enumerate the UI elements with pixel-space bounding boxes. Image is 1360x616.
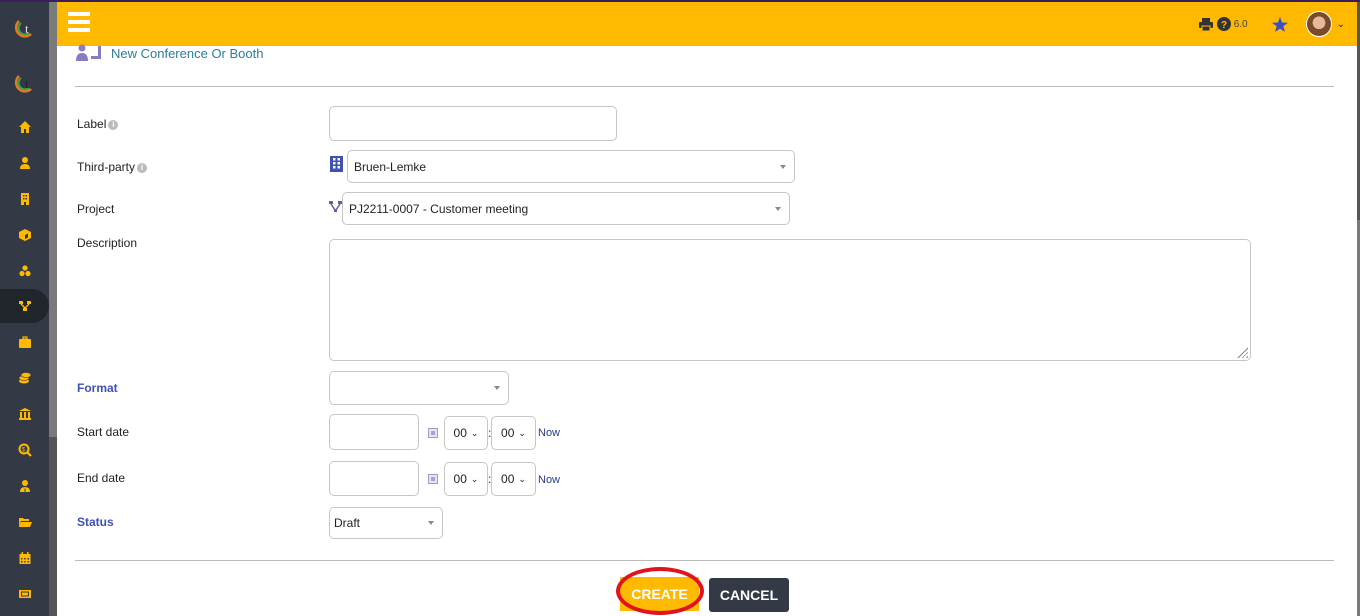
building-icon xyxy=(20,193,29,205)
end-now-link[interactable]: Now xyxy=(538,474,560,486)
user-avatar[interactable] xyxy=(1305,11,1332,37)
divider-top xyxy=(75,86,1334,87)
sidebar-item-commercial[interactable] xyxy=(0,325,49,359)
end-date-field-label: End date xyxy=(77,471,126,485)
sidebar-item-projects[interactable] xyxy=(0,289,49,323)
dropdown-arrow-icon xyxy=(428,521,434,525)
start-hour-select[interactable]: 00 ⌄ xyxy=(444,416,488,450)
sidebar-item-accounting[interactable]: $ xyxy=(0,433,49,467)
calendar-picker-icon[interactable] xyxy=(428,474,438,484)
svg-text:t: t xyxy=(25,21,29,36)
thirdparty-value: Bruen-Lemke xyxy=(354,159,427,174)
chevron-down-icon: ⌄ xyxy=(470,427,479,438)
calendar-icon xyxy=(19,552,30,564)
info-icon[interactable]: i xyxy=(137,162,148,173)
end-minute-select[interactable]: 00 ⌄ xyxy=(491,462,536,496)
sidebar-item-stock[interactable] xyxy=(0,254,49,288)
end-hour-select[interactable]: 00 ⌄ xyxy=(444,462,488,496)
description-textarea[interactable] xyxy=(329,239,1251,361)
start-date-input[interactable] xyxy=(329,414,419,450)
chevron-down-icon: ⌄ xyxy=(518,427,526,438)
sidebar-item-billing[interactable] xyxy=(0,361,49,395)
user-icon xyxy=(19,157,30,169)
project-icon xyxy=(18,301,31,311)
top-header: ? 6.0 ⌄ xyxy=(57,2,1357,46)
label-field-label: Label i xyxy=(77,117,119,131)
sidebar-item-products[interactable] xyxy=(0,218,49,252)
svg-text:t: t xyxy=(25,76,29,91)
page-title: New Conference Or Booth xyxy=(76,44,263,62)
window-top-border xyxy=(0,0,1360,2)
start-date-field-label: Start date xyxy=(77,425,130,439)
ticket-icon xyxy=(18,590,31,598)
chevron-down-icon: ⌄ xyxy=(518,473,526,484)
sidebar-scrollbar-thumb[interactable] xyxy=(49,0,57,437)
chevron-down-icon[interactable]: ⌄ xyxy=(1337,19,1345,30)
sidebar-item-bank[interactable] xyxy=(0,397,49,431)
cubes-icon xyxy=(18,265,31,277)
label-text: Label xyxy=(77,117,107,131)
project-icon xyxy=(329,201,342,212)
sidebar-item-home[interactable] xyxy=(0,110,49,144)
sidebar-item-hrm[interactable] xyxy=(0,469,49,503)
project-select[interactable]: PJ2211-0007 - Customer meeting xyxy=(342,192,790,225)
format-select[interactable] xyxy=(329,371,509,405)
conference-icon xyxy=(76,44,101,61)
sidebar-item-tickets[interactable] xyxy=(0,577,49,611)
create-button[interactable]: CREATE xyxy=(620,577,699,611)
sidebar: t t $ xyxy=(0,0,49,616)
menu-icon[interactable] xyxy=(68,12,90,32)
project-value: PJ2211-0007 - Customer meeting xyxy=(349,201,529,216)
info-icon[interactable]: i xyxy=(108,119,119,130)
svg-text:?: ? xyxy=(1221,20,1227,31)
search-dollar-icon: $ xyxy=(18,443,32,457)
building-icon xyxy=(330,156,343,172)
status-field-label: Status xyxy=(77,515,114,529)
description-field-label: Description xyxy=(77,236,138,250)
page-title-text: New Conference Or Booth xyxy=(111,45,264,61)
thirdparty-select[interactable]: Bruen-Lemke xyxy=(347,150,795,183)
thirdparty-field-label: Third-party i xyxy=(77,160,148,174)
start-now-link[interactable]: Now xyxy=(538,427,560,439)
chevron-down-icon: ⌄ xyxy=(470,473,479,484)
project-field-label: Project xyxy=(77,202,115,216)
status-value: Draft xyxy=(334,516,361,530)
user-tie-icon xyxy=(19,480,30,492)
sidebar-item-users[interactable] xyxy=(0,146,49,180)
status-select[interactable]: Draft xyxy=(329,507,443,539)
version-label: 6.0 xyxy=(1233,18,1248,30)
cube-icon xyxy=(18,229,31,241)
divider-bottom xyxy=(75,560,1334,561)
app-logo-secondary[interactable]: t xyxy=(9,73,39,93)
cancel-button[interactable]: CANCEL xyxy=(709,578,789,612)
bank-icon xyxy=(18,408,31,420)
end-minute-value: 00 xyxy=(501,472,515,486)
sidebar-item-agenda[interactable] xyxy=(0,541,49,575)
sidebar-scrollbar[interactable] xyxy=(49,0,57,616)
calendar-picker-icon[interactable] xyxy=(428,428,438,438)
dropdown-arrow-icon xyxy=(775,206,781,211)
resize-handle-icon[interactable] xyxy=(1237,347,1248,358)
start-minute-select[interactable]: 00 ⌄ xyxy=(491,416,536,450)
dropdown-arrow-icon xyxy=(494,386,500,390)
app-logo[interactable]: t xyxy=(9,18,39,38)
dropdown-arrow-icon xyxy=(780,164,786,169)
coins-icon xyxy=(18,372,31,384)
briefcase-icon xyxy=(18,336,31,348)
end-date-input[interactable] xyxy=(329,461,419,496)
start-minute-value: 00 xyxy=(501,426,515,440)
print-icon[interactable] xyxy=(1198,17,1213,31)
start-hour-value: 00 xyxy=(453,426,467,440)
format-field-label: Format xyxy=(77,381,118,395)
label-input[interactable] xyxy=(329,106,617,141)
sidebar-item-companies[interactable] xyxy=(0,182,49,216)
sidebar-item-documents[interactable] xyxy=(0,505,49,539)
end-hour-value: 00 xyxy=(453,472,467,486)
folder-open-icon xyxy=(18,518,32,527)
thirdparty-text: Third-party xyxy=(77,160,136,174)
star-icon[interactable] xyxy=(1271,16,1288,32)
help-icon[interactable]: ? xyxy=(1216,17,1231,31)
home-icon xyxy=(18,121,31,133)
